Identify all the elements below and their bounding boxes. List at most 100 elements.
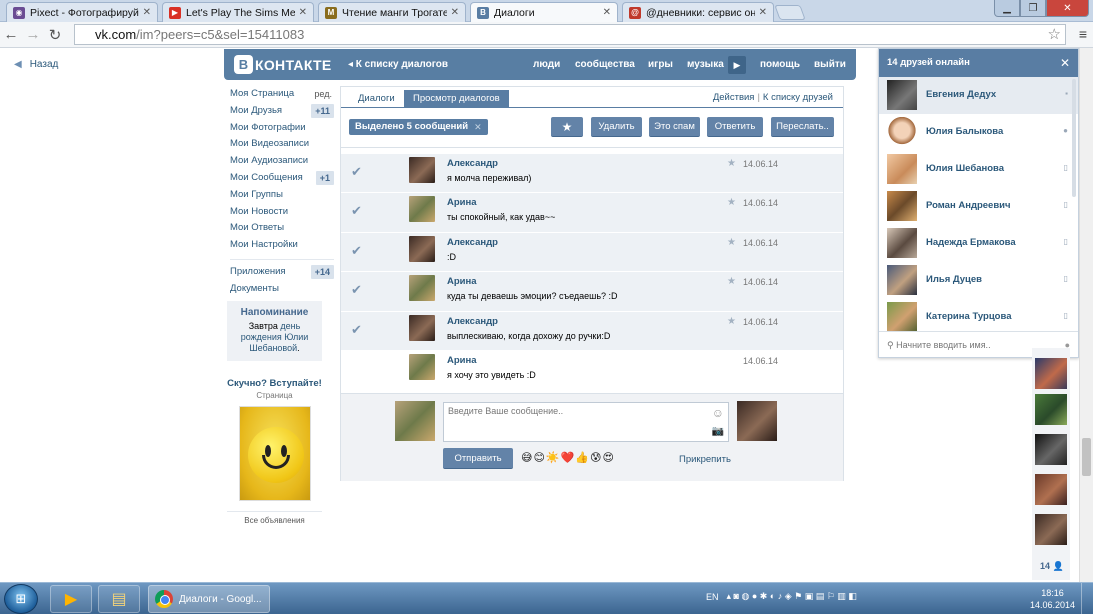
avatar[interactable] bbox=[409, 314, 435, 341]
new-tab-button[interactable] bbox=[774, 5, 806, 20]
ad-title[interactable]: Скучно? Вступайте! bbox=[227, 378, 322, 389]
spam-button[interactable]: Это спам bbox=[649, 117, 700, 137]
avatar[interactable] bbox=[1035, 394, 1067, 425]
message-input[interactable]: Введите Ваше сообщение.. ☺ 📷 bbox=[443, 402, 729, 442]
send-button[interactable]: Отправить bbox=[443, 448, 513, 469]
camera-icon[interactable]: 📷 bbox=[712, 426, 724, 437]
avatar[interactable] bbox=[1035, 358, 1067, 389]
browser-tab-pixect[interactable]: ◉ Pixect - Фотографируйте ✕ bbox=[6, 2, 158, 22]
friend-item[interactable]: Юлия Шебанова ▯ bbox=[879, 151, 1078, 188]
star-icon[interactable]: ★ bbox=[727, 197, 736, 208]
bookmark-star-icon[interactable]: ☆ bbox=[1048, 25, 1061, 43]
message-row[interactable]: Арина я хочу это увидеть :D 14.06.14 bbox=[341, 351, 843, 391]
menu-my-page[interactable]: Моя Страница ред. bbox=[230, 86, 334, 103]
nav-music[interactable]: музыка bbox=[687, 59, 724, 70]
message-icon[interactable]: ▪ bbox=[1065, 89, 1068, 98]
avatar[interactable] bbox=[409, 235, 435, 262]
nav-help[interactable]: помощь bbox=[760, 59, 800, 70]
peer-avatar[interactable] bbox=[737, 401, 777, 441]
message-author[interactable]: Арина bbox=[447, 355, 477, 366]
close-window-button[interactable]: ✕ bbox=[1046, 0, 1089, 17]
message-row[interactable]: ✔ Александр :D ★ 14.06.14 bbox=[341, 232, 843, 273]
address-bar[interactable]: vk.com/im?peers=c5&sel=15411083 ☆ bbox=[74, 24, 1066, 45]
star-button[interactable]: ★ bbox=[551, 117, 583, 137]
close-icon[interactable]: ✕ bbox=[299, 7, 307, 18]
taskbar-media-player[interactable]: ▶ bbox=[50, 585, 92, 613]
close-icon[interactable]: ✕ bbox=[603, 7, 611, 18]
friends-list-link[interactable]: К списку друзей bbox=[763, 92, 833, 103]
menu-my-friends[interactable]: Мои Друзья +11 bbox=[230, 103, 334, 120]
nav-communities[interactable]: сообщества bbox=[575, 59, 635, 70]
close-icon[interactable]: ✕ bbox=[759, 7, 767, 18]
message-row[interactable]: ✔ Арина ты спокойный, как удав~~ ★ 14.06… bbox=[341, 193, 843, 233]
browser-tab-manga[interactable]: M Чтение манги Трогательный ✕ bbox=[318, 2, 466, 22]
nav-people[interactable]: люди bbox=[533, 59, 560, 70]
forward-button[interactable]: Переслать.. bbox=[771, 117, 834, 137]
attach-link[interactable]: Прикрепить bbox=[679, 454, 731, 465]
close-icon[interactable]: ✕ bbox=[143, 7, 151, 18]
clock[interactable]: 18:16 14.06.2014 bbox=[1030, 587, 1075, 611]
close-icon[interactable]: ✕ bbox=[451, 7, 459, 18]
taskbar-chrome-window[interactable]: Диалоги - Googl... bbox=[148, 585, 270, 613]
back-to-dialogs-link[interactable]: ◂ К списку диалогов bbox=[348, 59, 448, 70]
menu-apps[interactable]: Приложения +14 bbox=[230, 264, 334, 281]
message-row[interactable]: ✔ Александр выплескиваю, когда дохожу до… bbox=[341, 311, 843, 351]
menu-my-news[interactable]: Мои Новости bbox=[230, 204, 334, 221]
star-icon[interactable]: ★ bbox=[727, 237, 736, 248]
menu-my-photos[interactable]: Мои Фотографии bbox=[230, 120, 334, 137]
menu-my-groups[interactable]: Мои Группы bbox=[230, 187, 334, 204]
tray-icons[interactable]: ▴ ◙ ◍ ● ✱ ◐ ♪ ◈ ⚑ ▣ ▤ ⚐ ▥ ◧ bbox=[727, 591, 857, 602]
taskbar-explorer[interactable]: ▤ bbox=[98, 585, 140, 613]
star-icon[interactable]: ★ bbox=[727, 316, 736, 327]
message-author[interactable]: Арина bbox=[447, 276, 477, 287]
scrollbar-thumb[interactable] bbox=[1082, 438, 1091, 476]
message-author[interactable]: Арина bbox=[447, 197, 477, 208]
checkmark-icon[interactable]: ✔ bbox=[351, 282, 362, 298]
menu-my-answers[interactable]: Мои Ответы bbox=[230, 220, 334, 237]
checkmark-icon[interactable]: ✔ bbox=[351, 203, 362, 219]
delete-button[interactable]: Удалить bbox=[591, 117, 642, 137]
back-arrow-icon[interactable]: ← bbox=[0, 26, 22, 43]
start-button[interactable]: ⊞ bbox=[4, 584, 38, 614]
avatar[interactable] bbox=[1035, 514, 1067, 545]
close-icon[interactable]: ✕ bbox=[1060, 49, 1070, 77]
menu-my-videos[interactable]: Мои Видеозаписи bbox=[230, 136, 334, 153]
back-link[interactable]: ◀ Назад bbox=[14, 59, 58, 70]
nav-logout[interactable]: выйти bbox=[814, 59, 846, 70]
friend-item[interactable]: Надежда Ермакова ▯ bbox=[879, 225, 1078, 262]
menu-my-messages[interactable]: Мои Сообщения +1 bbox=[230, 170, 334, 187]
emoji-icon[interactable]: ☺ bbox=[712, 406, 724, 420]
friend-item[interactable]: Роман Андреевич ▯ bbox=[879, 188, 1078, 225]
my-avatar[interactable] bbox=[395, 401, 435, 441]
smiley-picker[interactable]: 😅😊☀️❤️👍😰😍 bbox=[521, 451, 615, 464]
checkmark-icon[interactable]: ✔ bbox=[351, 164, 362, 180]
minimize-button[interactable]: ▁ bbox=[994, 0, 1020, 17]
reload-icon[interactable]: ↻ bbox=[44, 26, 66, 44]
avatar[interactable] bbox=[409, 157, 435, 183]
browser-tab-youtube[interactable]: ▶ Let's Play The Sims Medieval ✕ bbox=[162, 2, 314, 22]
menu-my-audio[interactable]: Мои Аудиозаписи bbox=[230, 153, 334, 170]
page-scrollbar[interactable] bbox=[1079, 48, 1093, 582]
clear-selection-icon[interactable]: ✕ bbox=[474, 119, 482, 135]
nav-games[interactable]: игры bbox=[648, 59, 673, 70]
browser-tab-diary[interactable]: @ @дневники: сервис онлайн ✕ bbox=[622, 2, 774, 22]
friend-item[interactable]: Юлия Балыкова ● bbox=[879, 114, 1078, 151]
message-author[interactable]: Александр bbox=[447, 158, 498, 169]
ad-smiley-image[interactable] bbox=[238, 406, 311, 501]
tab-dialogs[interactable]: Диалоги bbox=[349, 90, 404, 108]
star-icon[interactable]: ★ bbox=[727, 276, 736, 287]
star-icon[interactable]: ★ bbox=[727, 158, 736, 169]
edit-link[interactable]: ред. bbox=[314, 86, 332, 103]
language-indicator[interactable]: EN bbox=[706, 592, 719, 602]
play-icon[interactable]: ▶ bbox=[728, 56, 746, 74]
friend-item[interactable]: Евгения Дедух ▪ bbox=[879, 77, 1078, 114]
message-author[interactable]: Александр bbox=[447, 237, 498, 248]
tab-view-dialogs[interactable]: Просмотр диалогов bbox=[404, 90, 509, 108]
online-count[interactable]: 14 👤 bbox=[1040, 561, 1064, 572]
checkmark-icon[interactable]: ✔ bbox=[351, 322, 362, 338]
forward-arrow-icon[interactable]: → bbox=[22, 26, 44, 43]
message-author[interactable]: Александр bbox=[447, 316, 498, 327]
menu-my-settings[interactable]: Мои Настройки bbox=[230, 237, 334, 254]
show-desktop-button[interactable] bbox=[1081, 583, 1093, 614]
browser-tab-dialogs[interactable]: В Диалоги ✕ bbox=[470, 2, 618, 22]
